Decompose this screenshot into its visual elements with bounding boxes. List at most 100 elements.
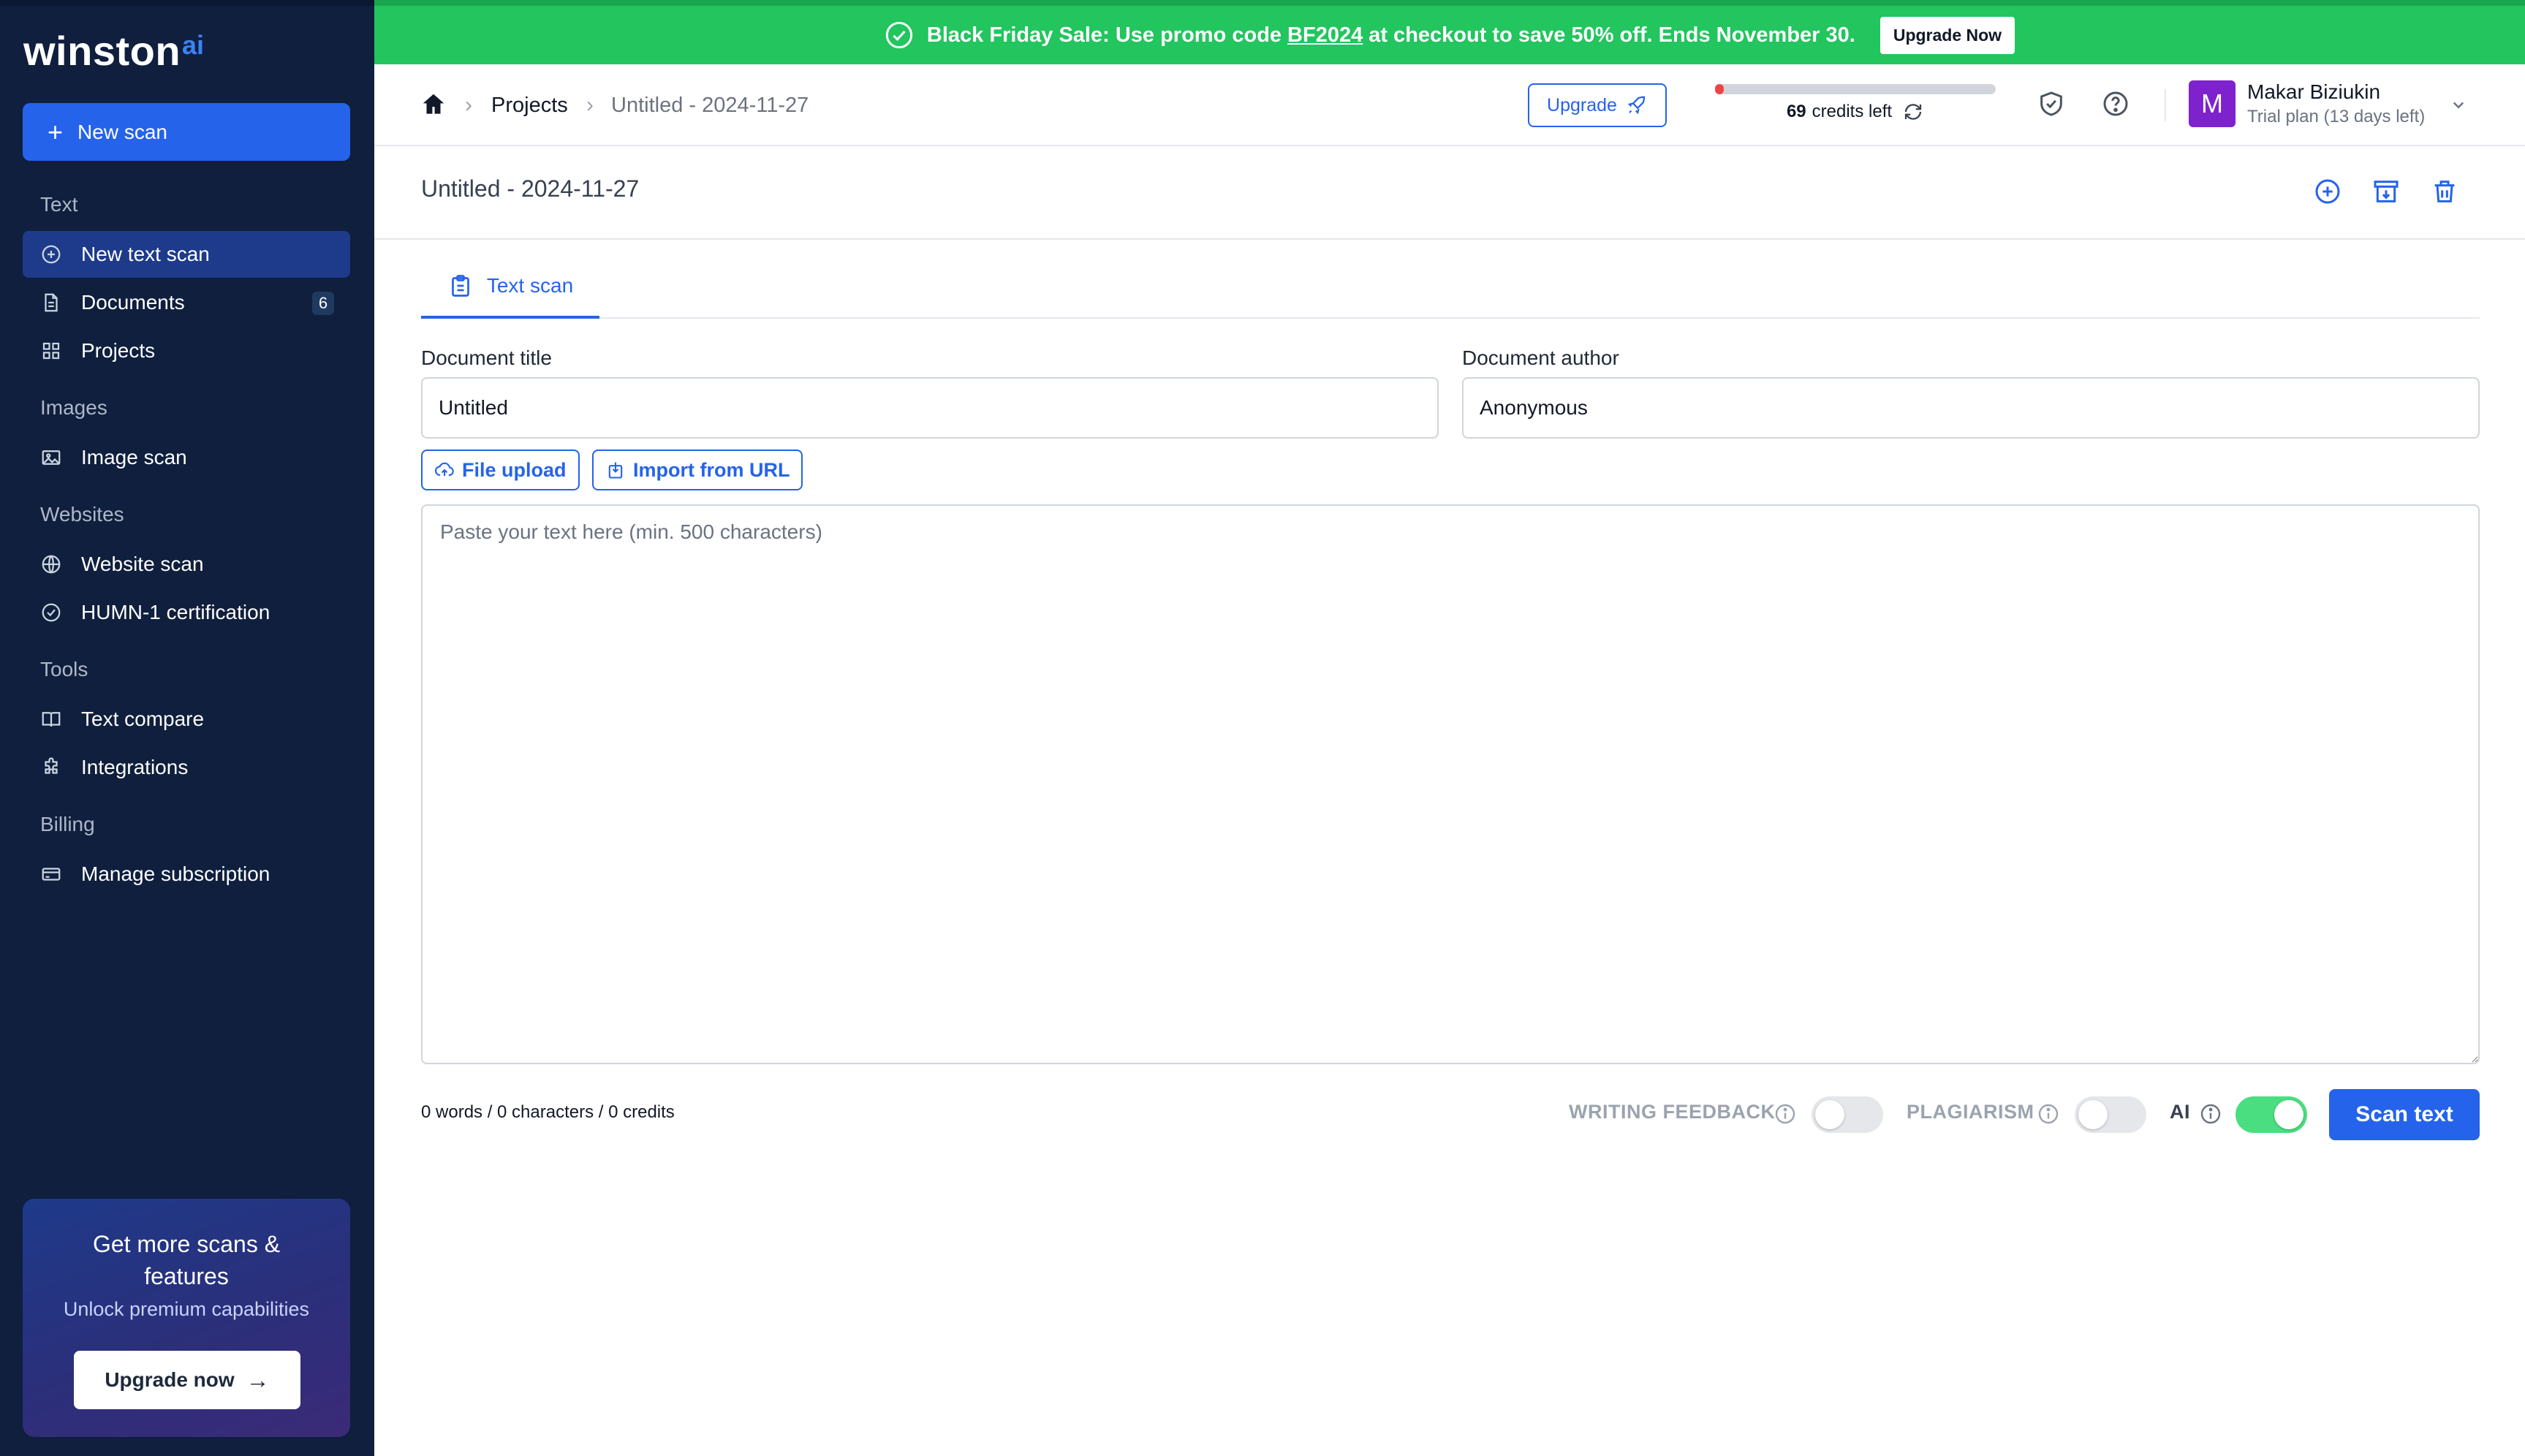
home-icon[interactable] <box>420 91 447 118</box>
sidebar-item-website-scan[interactable]: Website scan <box>23 541 350 588</box>
sidebar-item-label: HUMN-1 certification <box>81 601 270 623</box>
import-from-url-label: Import from URL <box>633 458 790 481</box>
sidebar-item-label: Text compare <box>81 708 205 730</box>
tab-text-scan[interactable]: Text scan <box>421 256 599 319</box>
globe-icon <box>42 555 61 574</box>
refresh-icon[interactable] <box>1902 101 1924 123</box>
sidebar-item-label: Image scan <box>81 446 187 469</box>
puzzle-icon <box>45 757 58 774</box>
document-title-label: Document title <box>421 346 552 369</box>
import-icon <box>608 462 623 479</box>
scan-text-button[interactable]: Scan text <box>2329 1089 2480 1140</box>
document-author-input[interactable] <box>1462 377 2480 439</box>
credits-readout: 69 credits left <box>1715 101 1996 123</box>
book-open-icon <box>42 712 61 727</box>
toggle-knob <box>2078 1100 2108 1129</box>
check-circle-icon <box>42 603 61 622</box>
banner-text-after: at checkout to save 50% off. Ends Novemb… <box>1369 23 1855 47</box>
sidebar-item-label: Website scan <box>81 553 204 575</box>
help-circle-icon[interactable] <box>2101 89 2130 118</box>
promo-banner: Black Friday Sale: Use promo code BF2024… <box>374 0 2525 64</box>
ai-label: AI <box>2170 1101 2190 1123</box>
plagiarism-label: PLAGIARISM <box>1907 1101 2034 1123</box>
credits-label: credits left <box>1812 102 1893 121</box>
toggle-knob <box>2274 1100 2303 1129</box>
credits-count: 69 <box>1786 102 1806 121</box>
document-author-label: Document author <box>1462 346 1619 369</box>
import-from-url-button[interactable]: Import from URL <box>592 450 803 490</box>
toggle-knob <box>1815 1100 1844 1129</box>
document-title[interactable]: Untitled - 2024-11-27 <box>421 175 639 202</box>
section-billing: Billing <box>40 813 95 835</box>
user-name[interactable]: Makar Biziukin <box>2247 80 2380 104</box>
archive-icon[interactable] <box>2371 177 2401 206</box>
plus-icon: + <box>48 116 64 147</box>
section-images: Images <box>40 396 107 419</box>
top-bar: › Projects › Untitled - 2024-11-27 Upgra… <box>374 64 2525 146</box>
text-input-area[interactable] <box>421 504 2480 1064</box>
info-icon[interactable] <box>2199 1102 2222 1126</box>
info-icon[interactable] <box>2037 1102 2060 1126</box>
section-websites: Websites <box>40 503 124 526</box>
sidebar-item-label: New text scan <box>81 243 210 265</box>
credits-progress-fill <box>1715 84 1724 94</box>
writing-feedback-toggle[interactable] <box>1812 1096 1883 1133</box>
sidebar-item-image-scan[interactable]: Image scan <box>23 434 350 481</box>
section-tools: Tools <box>40 658 88 680</box>
banner-upgrade-now-button[interactable]: Upgrade Now <box>1879 16 2015 54</box>
upgrade-now-button[interactable]: Upgrade now → <box>74 1351 300 1409</box>
document-icon <box>45 293 58 312</box>
sidebar-item-manage-subscription[interactable]: Manage subscription <box>23 851 350 898</box>
logo[interactable]: winston ai <box>23 28 204 75</box>
sidebar-item-humn-certification[interactable]: HUMN-1 certification <box>23 589 350 636</box>
cloud-upload-icon <box>434 462 454 477</box>
tab-label: Text scan <box>486 274 574 297</box>
credit-card-icon <box>42 868 61 881</box>
sidebar-item-label: Documents <box>81 291 185 314</box>
documents-count-badge: 6 <box>312 292 334 315</box>
breadcrumb-projects[interactable]: Projects <box>491 64 568 146</box>
credits-progress-bar <box>1715 84 1996 94</box>
ai-toggle[interactable] <box>2236 1096 2307 1133</box>
grid-icon <box>42 342 60 360</box>
document-title-input[interactable] <box>421 377 1439 439</box>
upgrade-label: Upgrade <box>1547 94 1617 115</box>
plagiarism-toggle[interactable] <box>2075 1096 2146 1133</box>
word-count: 0 words / 0 characters / 0 credits <box>421 1102 675 1122</box>
document-header: Untitled - 2024-11-27 <box>374 146 2525 240</box>
image-icon <box>42 450 61 465</box>
file-upload-label: File upload <box>462 458 567 481</box>
add-circle-icon[interactable] <box>2313 177 2342 206</box>
sidebar-item-documents[interactable]: Documents 6 <box>23 279 350 326</box>
trash-icon[interactable] <box>2430 177 2459 206</box>
breadcrumb-chevron-icon: › <box>586 93 594 117</box>
avatar[interactable]: M <box>2189 80 2236 127</box>
sidebar-item-text-compare[interactable]: Text compare <box>23 696 350 743</box>
tabs-divider <box>421 317 2480 319</box>
shield-check-icon[interactable] <box>2037 89 2066 118</box>
sidebar-item-projects[interactable]: Projects <box>23 327 350 374</box>
chevron-down-icon[interactable] <box>2448 94 2469 115</box>
banner-text-before: Black Friday Sale: Use promo code <box>926 23 1282 47</box>
plus-circle-icon <box>42 245 61 264</box>
breadcrumb-current: Untitled - 2024-11-27 <box>611 93 809 117</box>
sidebar-item-new-text-scan[interactable]: New text scan <box>23 231 350 278</box>
promo-title: Get more scans & features <box>92 1231 281 1289</box>
logo-ai-mark: ai <box>182 30 205 60</box>
file-upload-button[interactable]: File upload <box>421 450 580 490</box>
sidebar-item-label: Manage subscription <box>81 862 270 885</box>
promo-code: BF2024 <box>1287 23 1363 47</box>
new-scan-button[interactable]: + New scan <box>23 103 350 161</box>
user-plan: Trial plan (13 days left) <box>2247 107 2426 126</box>
sidebar-item-label: Integrations <box>81 756 189 778</box>
topbar-divider <box>2165 89 2166 121</box>
check-circle-icon <box>885 21 913 49</box>
promo-subtitle: Unlock premium capabilities <box>63 1298 310 1320</box>
upgrade-button[interactable]: Upgrade <box>1528 83 1667 127</box>
logo-wordmark: winston <box>23 28 181 74</box>
info-icon[interactable] <box>1773 1102 1797 1126</box>
breadcrumb-chevron-icon: › <box>465 93 472 117</box>
sidebar-item-integrations[interactable]: Integrations <box>23 744 350 791</box>
clipboard-icon <box>452 275 469 297</box>
upgrade-promo-card: Get more scans & features Unlock premium… <box>23 1199 350 1437</box>
